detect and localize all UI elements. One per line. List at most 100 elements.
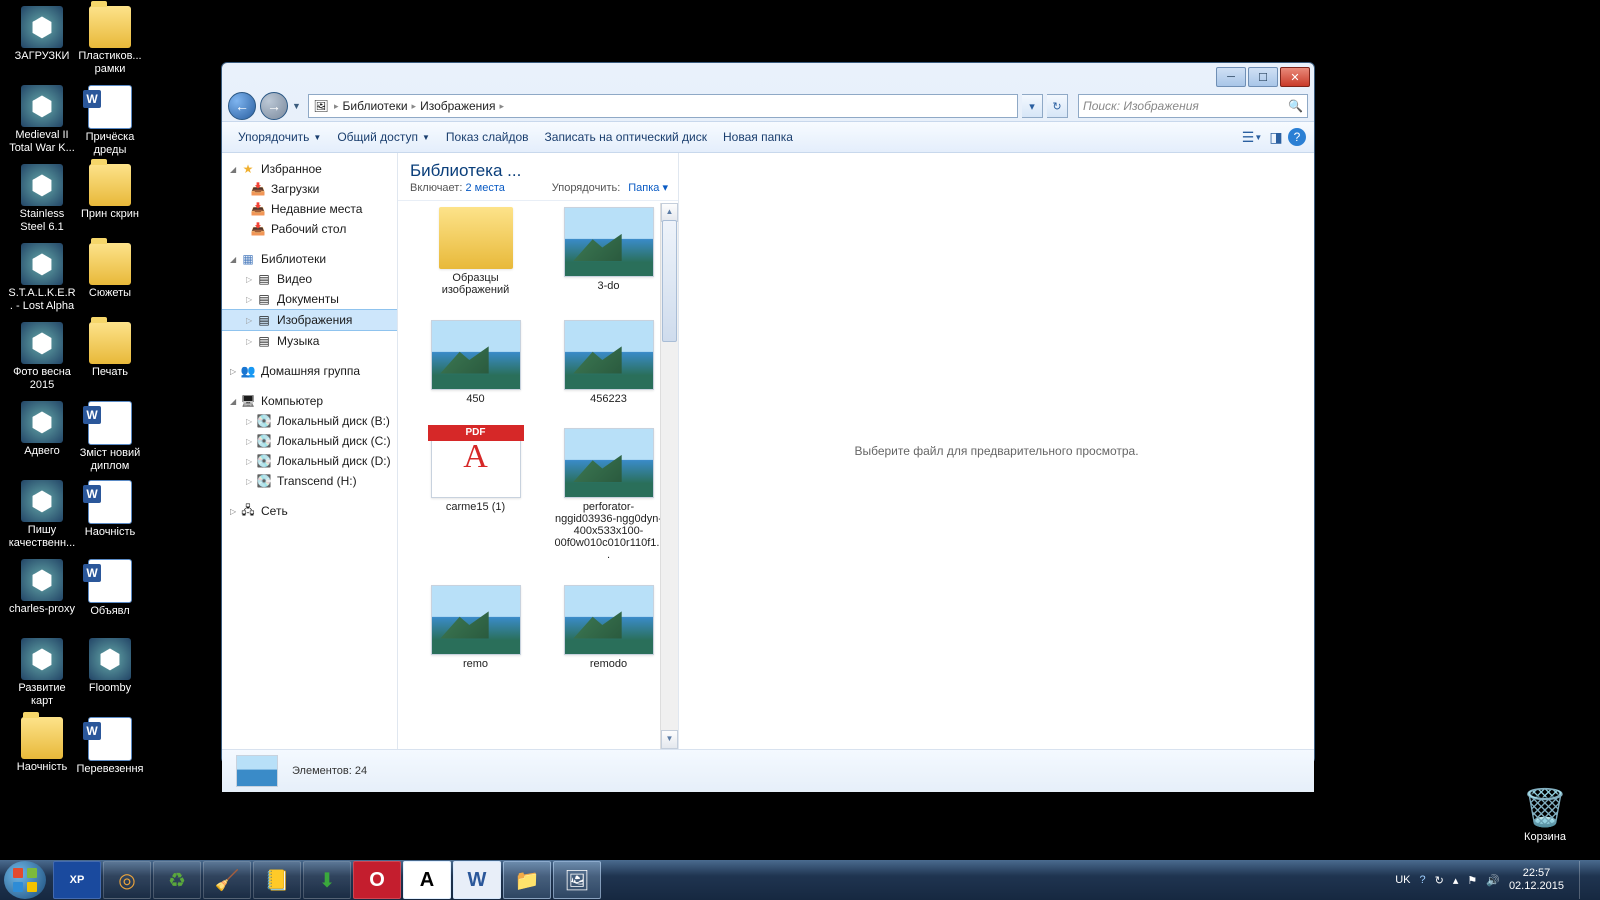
desktop-icon[interactable]: ⬢Фото весна 2015 (7, 322, 77, 392)
nav-history-dropdown[interactable]: ▼ (292, 101, 304, 111)
preview-pane-button[interactable]: ◨ (1264, 125, 1288, 149)
sidebar-item[interactable]: ▷▤Видео (222, 269, 397, 289)
maximize-button[interactable]: ☐ (1248, 67, 1278, 87)
file-label: remodo (554, 658, 664, 670)
back-button[interactable]: ← (228, 92, 256, 120)
sidebar-item[interactable]: 📥Недавние места (222, 199, 397, 219)
start-button[interactable] (4, 861, 46, 899)
favorites-header[interactable]: ◢★Избранное (222, 159, 397, 179)
desktop-icon[interactable]: Причёска дреды (75, 85, 145, 157)
breadcrumb-seg[interactable]: Изображения (416, 99, 499, 113)
address-dropdown[interactable]: ▾ (1022, 94, 1043, 118)
new-folder-button[interactable]: Новая папка (715, 122, 801, 152)
computer-header[interactable]: ◢🖥Компьютер (222, 391, 397, 411)
slideshow-button[interactable]: Показ слайдов (438, 122, 537, 152)
desktop-icon[interactable]: ⬢Floomby (75, 638, 145, 695)
desktop-icon[interactable]: Объявл (75, 559, 145, 618)
sidebar-item[interactable]: 📥Рабочий стол (222, 219, 397, 239)
sidebar-item[interactable]: ▷💽Локальный диск (D:) (222, 451, 397, 471)
desktop-icon[interactable]: Перевезення (75, 717, 145, 776)
view-options-button[interactable]: ☰▼ (1240, 125, 1264, 149)
recycle-bin[interactable]: 🗑️ Корзина (1510, 787, 1580, 844)
flag-tray-icon[interactable]: ⚑ (1467, 874, 1477, 887)
sync-tray-icon[interactable]: ↻ (1435, 874, 1444, 887)
file-item[interactable]: 456223 (543, 318, 674, 421)
status-thumb-icon (236, 755, 278, 787)
breadcrumb-seg[interactable]: Библиотеки (339, 99, 412, 113)
taskbar-app[interactable]: 🧹 (203, 861, 251, 899)
libraries-header[interactable]: ◢▦Библиотеки (222, 249, 397, 269)
taskbar-app-opera[interactable]: O (353, 861, 401, 899)
desktop-icon[interactable]: ⬢charles-proxy (7, 559, 77, 616)
sidebar-item[interactable]: 📥Загрузки (222, 179, 397, 199)
show-desktop-button[interactable] (1579, 861, 1590, 899)
nav-sidebar: ◢★Избранное 📥Загрузки📥Недавние места📥Раб… (222, 153, 398, 749)
image-thumb-icon (564, 320, 654, 390)
search-box[interactable]: Поиск: Изображения 🔍 (1078, 94, 1308, 118)
sort-dropdown[interactable]: Папка ▾ (628, 181, 668, 194)
taskbar-app[interactable]: ◎ (103, 861, 151, 899)
organize-button[interactable]: Упорядочить▼ (230, 122, 329, 152)
desktop-icon[interactable]: ⬢Пишу качественн... (7, 480, 77, 550)
desktop-icon[interactable]: Сюжеты (75, 243, 145, 300)
taskbar-app[interactable]: 📒 (253, 861, 301, 899)
desktop-icon[interactable]: ⬢Развитие карт (7, 638, 77, 708)
desktop-icon[interactable]: Зміст новий диплом (75, 401, 145, 473)
desktop-icon[interactable]: Пластиков... рамки (75, 6, 145, 76)
share-button[interactable]: Общий доступ▼ (329, 122, 438, 152)
homegroup-header[interactable]: ▷👥Домашняя группа (222, 361, 397, 381)
sidebar-item[interactable]: ▷💽Локальный диск (B:) (222, 411, 397, 431)
minimize-button[interactable]: ─ (1216, 67, 1246, 87)
desktop-icon-label: Фото весна 2015 (7, 366, 77, 392)
desktop-icon[interactable]: ⬢Medieval II Total War K... (7, 85, 77, 155)
desktop-icon[interactable]: ⬢ЗАГРУЗКИ (7, 6, 77, 63)
content-area: Библиотека ... Включает: 2 места Упорядо… (398, 153, 1314, 749)
file-item[interactable]: remo (410, 583, 541, 686)
file-item[interactable]: remodo (543, 583, 674, 686)
file-item[interactable]: 450 (410, 318, 541, 421)
burn-button[interactable]: Записать на оптический диск (537, 122, 716, 152)
desktop-icon[interactable]: Наочність (75, 480, 145, 539)
titlebar[interactable]: ─ ☐ ✕ (222, 63, 1314, 91)
app-icon: ⬢ (21, 164, 63, 206)
close-button[interactable]: ✕ (1280, 67, 1310, 87)
file-item[interactable]: PDFAcarme15 (1) (410, 426, 541, 577)
sidebar-item[interactable]: ▷▤Музыка (222, 331, 397, 351)
scroll-down-button[interactable]: ▼ (661, 730, 678, 749)
taskbar-app[interactable]: ⬇ (303, 861, 351, 899)
taskbar-app-photos[interactable]: 🖼 (553, 861, 601, 899)
help-button[interactable]: ? (1288, 128, 1306, 146)
scrollbar[interactable]: ▲ ▼ (660, 203, 678, 749)
network-icon: 🖧 (240, 503, 256, 519)
desktop-icon[interactable]: Печать (75, 322, 145, 379)
forward-button[interactable]: → (260, 92, 288, 120)
scroll-thumb[interactable] (662, 220, 677, 342)
network-header[interactable]: ▷🖧Сеть (222, 501, 397, 521)
refresh-button[interactable]: ↻ (1047, 94, 1068, 118)
file-label: 456223 (554, 393, 664, 405)
file-item[interactable]: 3-do (543, 205, 674, 312)
language-indicator[interactable]: UK (1395, 874, 1410, 886)
desktop-icon[interactable]: ⬢S.T.A.L.K.E.R. - Lost Alpha (7, 243, 77, 313)
sidebar-item[interactable]: ▷💽Локальный диск (C:) (222, 431, 397, 451)
sidebar-item[interactable]: ▷▤Документы (222, 289, 397, 309)
tray-expand-icon[interactable]: ▴ (1453, 874, 1459, 887)
file-item[interactable]: Образцы изображений (410, 205, 541, 312)
sidebar-item[interactable]: ▷▤Изображения (222, 309, 397, 331)
file-item[interactable]: perforator-nggid03936-ngg0dyn-400x533x10… (543, 426, 674, 577)
taskbar-app[interactable]: A (403, 861, 451, 899)
desktop-icon[interactable]: Наочність (7, 717, 77, 774)
taskbar-app[interactable]: ♻ (153, 861, 201, 899)
help-tray-icon[interactable]: ? (1419, 874, 1425, 886)
desktop-icon[interactable]: ⬢Адвего (7, 401, 77, 458)
volume-tray-icon[interactable]: 🔊 (1486, 874, 1500, 887)
clock[interactable]: 22:5702.12.2015 (1509, 867, 1564, 893)
desktop-icon[interactable]: ⬢Stainless Steel 6.1 (7, 164, 77, 234)
desktop-icon[interactable]: Прин скрин (75, 164, 145, 221)
places-link[interactable]: 2 места (465, 182, 504, 194)
taskbar-app[interactable]: XP (53, 861, 101, 899)
taskbar-app-explorer[interactable]: 📁 (503, 861, 551, 899)
sidebar-item[interactable]: ▷💽Transcend (H:) (222, 471, 397, 491)
taskbar-app-word[interactable]: W (453, 861, 501, 899)
address-bar[interactable]: 🖼 ▸ Библиотеки ▸ Изображения ▸ (308, 94, 1018, 118)
